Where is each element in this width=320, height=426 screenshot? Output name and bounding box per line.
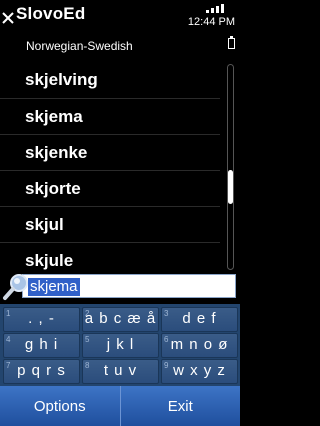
options-button[interactable]: Options (0, 386, 120, 426)
signal-icon (206, 4, 224, 13)
clock: 12:44 PM (187, 16, 235, 28)
keypad: 1. , - 2a b c æ å 3d e f 4g h i 5j k l 6… (0, 304, 240, 386)
close-icon[interactable] (2, 8, 14, 26)
search-icon (3, 274, 28, 300)
key-8[interactable]: 8t u v (82, 359, 159, 384)
key-1[interactable]: 1. , - (3, 307, 80, 332)
key-6[interactable]: 6m n o ø (161, 333, 238, 358)
key-9[interactable]: 9w x y z (161, 359, 238, 384)
search-input[interactable]: skjema (22, 274, 236, 298)
list-item[interactable]: skjelving (0, 62, 220, 98)
status-bar: SlovoEd 12:44 PM Norwegian-Swedish (0, 0, 240, 53)
app-title: SlovoEd (16, 4, 86, 23)
key-3[interactable]: 3d e f (161, 307, 238, 332)
key-7[interactable]: 7p q r s (3, 359, 80, 384)
dictionary-name: Norwegian-Swedish (26, 39, 133, 53)
key-2[interactable]: 2a b c æ å (82, 307, 159, 332)
key-4[interactable]: 4g h i (3, 333, 80, 358)
list-item[interactable]: skjul (0, 206, 220, 242)
search-input-value: skjema (28, 278, 80, 296)
search-row: skjema (0, 272, 240, 302)
list-item[interactable]: skjorte (0, 170, 220, 206)
exit-button[interactable]: Exit (119, 386, 241, 426)
softkey-bar: Options Exit (0, 386, 240, 426)
list-item[interactable]: skjenke (0, 134, 220, 170)
word-list: skjelving skjema skjenke skjorte skjul s… (0, 62, 220, 278)
list-item[interactable]: skjema (0, 98, 220, 134)
key-5[interactable]: 5j k l (82, 333, 159, 358)
battery-icon (228, 36, 235, 49)
scrollbar-thumb[interactable] (228, 170, 233, 204)
scrollbar[interactable] (227, 64, 234, 270)
